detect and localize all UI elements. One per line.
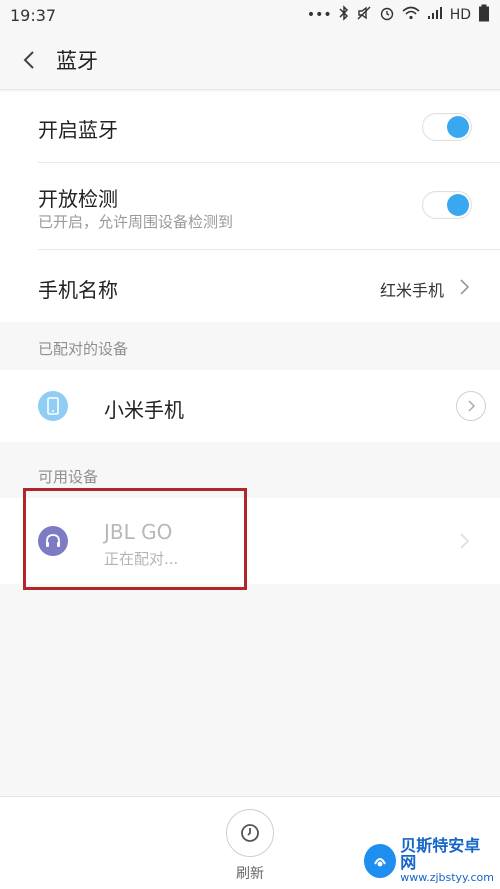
app-header: 蓝牙 <box>0 30 500 90</box>
paired-section-title: 已配对的设备 <box>38 340 129 358</box>
bluetooth-switch[interactable] <box>422 113 472 141</box>
watermark-text: 贝斯特安卓网 www.zjbstyy.com <box>400 838 494 883</box>
bluetooth-toggle-row[interactable]: 开启蓝牙 <box>0 92 500 162</box>
discoverable-toggle-row[interactable]: 开放检测 已开启，允许周围设备检测到 <box>0 163 500 249</box>
bluetooth-icon <box>339 5 349 25</box>
phone-icon <box>38 391 68 421</box>
chevron-right-icon <box>460 279 470 295</box>
back-button[interactable] <box>18 49 40 71</box>
refresh-button[interactable] <box>226 809 274 857</box>
phone-name-label: 手机名称 <box>38 278 118 302</box>
wifi-icon <box>402 6 420 24</box>
phone-name-row[interactable]: 手机名称 红米手机 <box>0 250 500 322</box>
watermark-url: www.zjbstyy.com <box>400 871 494 885</box>
phone-name-value: 红米手机 <box>379 281 444 300</box>
chevron-right-icon <box>460 533 470 549</box>
discoverable-label: 开放检测 <box>38 187 118 211</box>
alarm-icon <box>379 5 395 25</box>
paired-device-row[interactable]: 小米手机 <box>0 370 500 442</box>
watermark-logo-icon <box>364 844 397 878</box>
status-time: 19:37 <box>10 5 57 25</box>
refresh-icon <box>241 824 259 842</box>
watermark: 贝斯特安卓网 www.zjbstyy.com <box>364 837 494 885</box>
highlight-box <box>23 488 247 590</box>
discoverable-switch[interactable] <box>422 191 472 219</box>
mute-icon <box>356 5 372 25</box>
network-type-label: HD <box>449 7 471 23</box>
more-dots-icon: ••• <box>306 7 332 23</box>
signal-icon <box>427 6 443 24</box>
paired-device-name: 小米手机 <box>104 398 184 422</box>
battery-icon <box>478 4 490 26</box>
status-bar: 19:37 ••• HD <box>0 0 500 30</box>
chevron-left-icon <box>23 50 34 69</box>
discoverable-subtitle: 已开启，允许周围设备检测到 <box>38 213 234 231</box>
bottom-toolbar: 刷新 贝斯特安卓网 www.zjbstyy.com <box>0 796 500 889</box>
status-icons: ••• HD <box>307 4 490 26</box>
switch-knob <box>447 116 469 138</box>
device-settings-button[interactable] <box>456 391 486 421</box>
page-title: 蓝牙 <box>56 48 98 73</box>
watermark-title: 贝斯特安卓网 <box>400 836 481 873</box>
available-section-title: 可用设备 <box>38 468 99 486</box>
switch-knob <box>447 194 469 216</box>
chevron-right-icon <box>468 400 476 412</box>
bluetooth-label: 开启蓝牙 <box>38 118 118 142</box>
